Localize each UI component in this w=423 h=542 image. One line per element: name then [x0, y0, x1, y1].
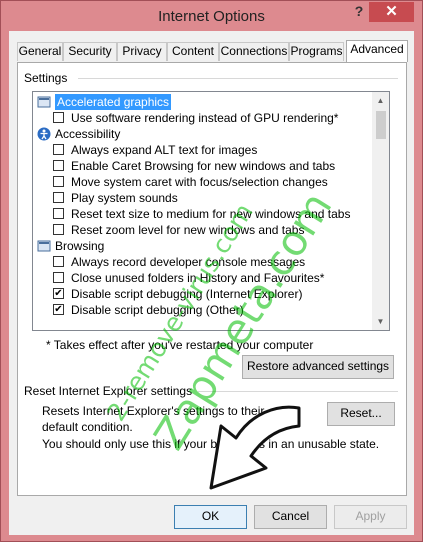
settings-option-label: Move system caret with focus/selection c…	[71, 175, 328, 189]
tab-advanced[interactable]: Advanced	[346, 40, 408, 62]
settings-option-label: Play system sounds	[71, 191, 178, 205]
restore-advanced-settings-button[interactable]: Restore advanced settings	[242, 355, 394, 379]
settings-option-label: Close unused folders in History and Favo…	[71, 271, 325, 285]
settings-category-label: Accessibility	[55, 127, 121, 141]
help-icon[interactable]: ?	[352, 3, 366, 21]
scroll-thumb[interactable]	[376, 111, 386, 139]
checkbox-checked-icon[interactable]: ✔	[53, 304, 64, 315]
close-button[interactable]: ✕	[369, 2, 414, 22]
settings-option-label: Disable script debugging (Internet Explo…	[71, 287, 303, 301]
watermark-arrow-icon	[209, 405, 301, 490]
scroll-down-arrow-icon[interactable]: ▼	[372, 313, 389, 330]
checkbox-icon[interactable]	[53, 176, 64, 187]
settings-option-label: Reset text size to medium for new window…	[71, 207, 351, 221]
display-icon	[37, 95, 51, 109]
checkbox-icon[interactable]	[53, 160, 64, 171]
reset-group-label: Reset Internet Explorer settings	[24, 384, 193, 398]
checkbox-icon[interactable]	[53, 256, 64, 267]
tab-security[interactable]: Security	[63, 42, 117, 61]
checkbox-icon[interactable]	[53, 224, 64, 235]
checkbox-icon[interactable]	[53, 112, 64, 123]
checkbox-icon[interactable]	[53, 192, 64, 203]
checkbox-icon[interactable]	[53, 144, 64, 155]
tab-connections[interactable]: Connections	[219, 42, 289, 61]
settings-option-label: Always record developer console messages	[71, 255, 306, 269]
settings-option-label: Always expand ALT text for images	[71, 143, 258, 157]
tab-programs[interactable]: Programs	[289, 42, 344, 61]
apply-button[interactable]: Apply	[334, 505, 407, 529]
checkbox-checked-icon[interactable]: ✔	[53, 288, 64, 299]
settings-option-label: Reset zoom level for new windows and tab…	[71, 223, 305, 237]
tab-content[interactable]: Content	[167, 42, 219, 61]
accessibility-icon	[37, 127, 51, 141]
browsing-icon	[37, 239, 51, 253]
title-bar[interactable]: Internet Options ? ✕	[1, 1, 422, 33]
reset-button[interactable]: Reset...	[327, 402, 395, 426]
settings-option-label: Disable script debugging (Other)	[71, 303, 244, 317]
checkbox-icon[interactable]	[53, 272, 64, 283]
scroll-up-arrow-icon[interactable]: ▲	[372, 92, 389, 109]
reset-group-divider	[198, 391, 398, 392]
settings-group-label: Settings	[24, 71, 68, 85]
settings-group-divider	[78, 78, 398, 79]
settings-listbox[interactable]: Accelerated graphics Use software renderi…	[32, 91, 390, 331]
ok-button[interactable]: OK	[174, 505, 247, 529]
settings-option-label: Use software rendering instead of GPU re…	[71, 111, 339, 125]
cancel-button[interactable]: Cancel	[254, 505, 327, 529]
settings-option-label: Enable Caret Browsing for new windows an…	[71, 159, 336, 173]
internet-options-window: Internet Options ? ✕ General Security Pr…	[0, 0, 423, 542]
settings-category-label: Browsing	[55, 239, 105, 253]
restart-note: * Takes effect after you've restarted yo…	[46, 338, 314, 352]
tab-general[interactable]: General	[17, 42, 63, 61]
settings-category-label: Accelerated graphics	[55, 94, 172, 110]
tab-privacy[interactable]: Privacy	[117, 42, 167, 61]
settings-scrollbar[interactable]: ▲ ▼	[372, 92, 389, 330]
checkbox-icon[interactable]	[53, 208, 64, 219]
